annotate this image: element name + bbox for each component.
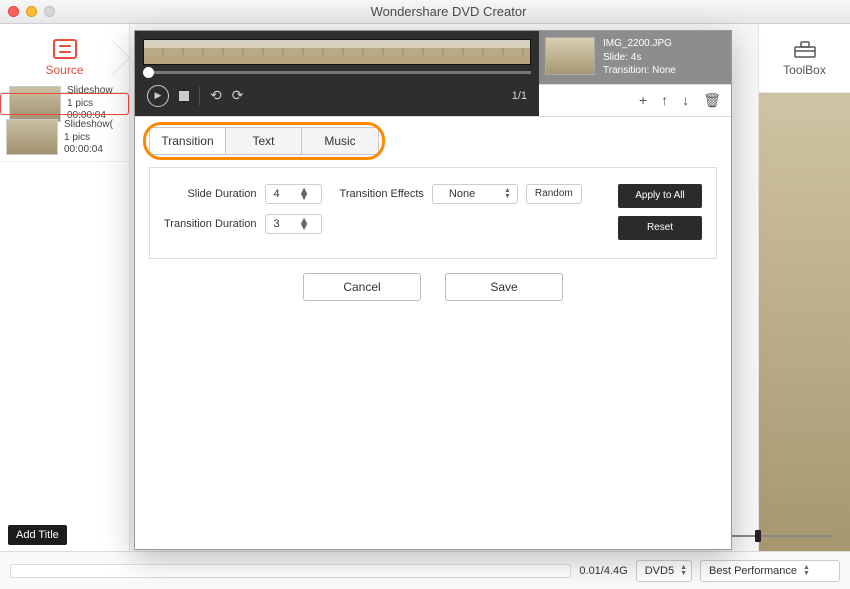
random-button[interactable]: Random [526, 184, 582, 204]
disc-size-text: 0.01/4.4G [579, 565, 627, 577]
slide-duration-value: 4 [266, 188, 288, 200]
clip-meta: IMG_2200.JPG Slide: 4s Transition: None [603, 37, 676, 78]
list-item-title: Slideshow( [64, 119, 113, 132]
list-item-pics: 1 pics [64, 132, 113, 145]
disc-type-select[interactable]: DVD5 ▲▼ [636, 560, 692, 582]
transition-effects-select[interactable]: None ▲▼ [432, 184, 518, 204]
quality-value: Best Performance [709, 565, 797, 577]
chevron-right-icon [112, 24, 130, 92]
delete-icon[interactable]: 🗑 [703, 92, 721, 109]
bottom-bar: 0.01/4.4G DVD5 ▲▼ Best Performance ▲▼ [0, 551, 850, 589]
transition-panel: Slide Duration 4 ▲▼ Transition Duration … [149, 167, 717, 259]
save-button[interactable]: Save [445, 273, 563, 301]
timeline-track[interactable] [10, 564, 571, 578]
clip-filename: IMG_2200.JPG [603, 37, 676, 51]
window-title: Wondershare DVD Creator [55, 4, 842, 19]
clip-thumbnail [545, 37, 595, 75]
clip-slide: Slide: 4s [603, 51, 676, 65]
transition-effects-label: Transition Effects [340, 188, 424, 200]
clip-row[interactable]: IMG_2200.JPG Slide: 4s Transition: None [539, 31, 731, 84]
clip-tools: + ↑ ↓ 🗑 [539, 84, 731, 116]
left-rail: Source Slideshow 1 pics 00:00:04 Slidesh… [0, 24, 130, 551]
editor-body: Transition Text Music Slide Duration 4 ▲… [135, 117, 731, 550]
source-icon [53, 39, 77, 59]
thumbnail [6, 119, 58, 155]
tab-music[interactable]: Music [302, 128, 378, 154]
maximize-icon [44, 6, 55, 17]
toolbox-icon [793, 39, 817, 59]
list-item[interactable]: Slideshow 1 pics 00:00:04 [0, 93, 129, 115]
stop-button[interactable] [179, 91, 189, 101]
slide-duration-stepper[interactable]: 4 ▲▼ [265, 184, 322, 204]
move-up-icon[interactable]: ↑ [661, 92, 668, 108]
apply-all-button[interactable]: Apply to All [618, 184, 702, 208]
transition-duration-stepper[interactable]: 3 ▲▼ [265, 214, 322, 234]
transition-effects-value: None [449, 188, 475, 200]
preview-image [143, 39, 531, 65]
source-label: Source [45, 63, 83, 77]
progress-bar[interactable] [143, 71, 531, 74]
list-item-pics: 1 pics [67, 98, 113, 111]
add-clip-icon[interactable]: + [639, 92, 647, 108]
list-item[interactable]: Slideshow( 1 pics 00:00:04 [0, 115, 129, 162]
tab-transition[interactable]: Transition [150, 128, 226, 154]
rotate-left-icon[interactable]: ⟲ [210, 87, 222, 104]
stage: ▶ ⟲ ⟳ 1/1 IMG_2200.JPG Slide: 4s Transit… [135, 31, 731, 117]
titlebar: Wondershare DVD Creator [0, 0, 850, 24]
disc-type-value: DVD5 [645, 565, 674, 577]
toolbox-label: ToolBox [783, 63, 826, 77]
transition-duration-value: 3 [266, 218, 288, 230]
transition-duration-label: Transition Duration [164, 218, 257, 230]
right-rail: ToolBox [758, 24, 850, 551]
duration-group: Slide Duration 4 ▲▼ Transition Duration … [164, 184, 322, 234]
slideshow-list: Slideshow 1 pics 00:00:04 Slideshow( 1 p… [0, 92, 129, 162]
cancel-button[interactable]: Cancel [303, 273, 421, 301]
window-controls [8, 6, 55, 17]
menu-background-preview [759, 92, 850, 551]
effects-group: Transition Effects None ▲▼ Random [340, 184, 582, 204]
list-item-meta: Slideshow( 1 pics 00:00:04 [64, 119, 113, 157]
zoom-slider[interactable] [722, 535, 832, 537]
list-item-duration: 00:00:04 [64, 144, 113, 157]
reset-button[interactable]: Reset [618, 216, 702, 240]
divider [199, 87, 200, 105]
slide-duration-label: Slide Duration [164, 188, 257, 200]
player: ▶ ⟲ ⟳ 1/1 [135, 31, 539, 116]
close-icon[interactable] [8, 6, 19, 17]
tab-toolbox[interactable]: ToolBox [759, 24, 850, 92]
slider-thumb[interactable] [755, 530, 761, 542]
editor-tabs: Transition Text Music [149, 127, 379, 155]
player-controls: ▶ ⟲ ⟳ 1/1 [143, 76, 531, 116]
clip-list: IMG_2200.JPG Slide: 4s Transition: None … [539, 31, 731, 116]
frame-counter: 1/1 [512, 90, 527, 102]
rotate-right-icon[interactable]: ⟳ [232, 87, 244, 104]
modal-actions: Cancel Save [149, 259, 717, 317]
apply-group: Apply to All Reset [618, 184, 702, 240]
minimize-icon[interactable] [26, 6, 37, 17]
slideshow-editor-modal: ▶ ⟲ ⟳ 1/1 IMG_2200.JPG Slide: 4s Transit… [134, 30, 732, 550]
add-title-button[interactable]: Add Title [8, 525, 67, 545]
clip-transition: Transition: None [603, 64, 676, 78]
move-down-icon[interactable]: ↓ [682, 92, 689, 108]
play-button[interactable]: ▶ [147, 85, 169, 107]
quality-select[interactable]: Best Performance ▲▼ [700, 560, 840, 582]
tab-source[interactable]: Source [0, 24, 129, 92]
tab-text[interactable]: Text [226, 128, 302, 154]
